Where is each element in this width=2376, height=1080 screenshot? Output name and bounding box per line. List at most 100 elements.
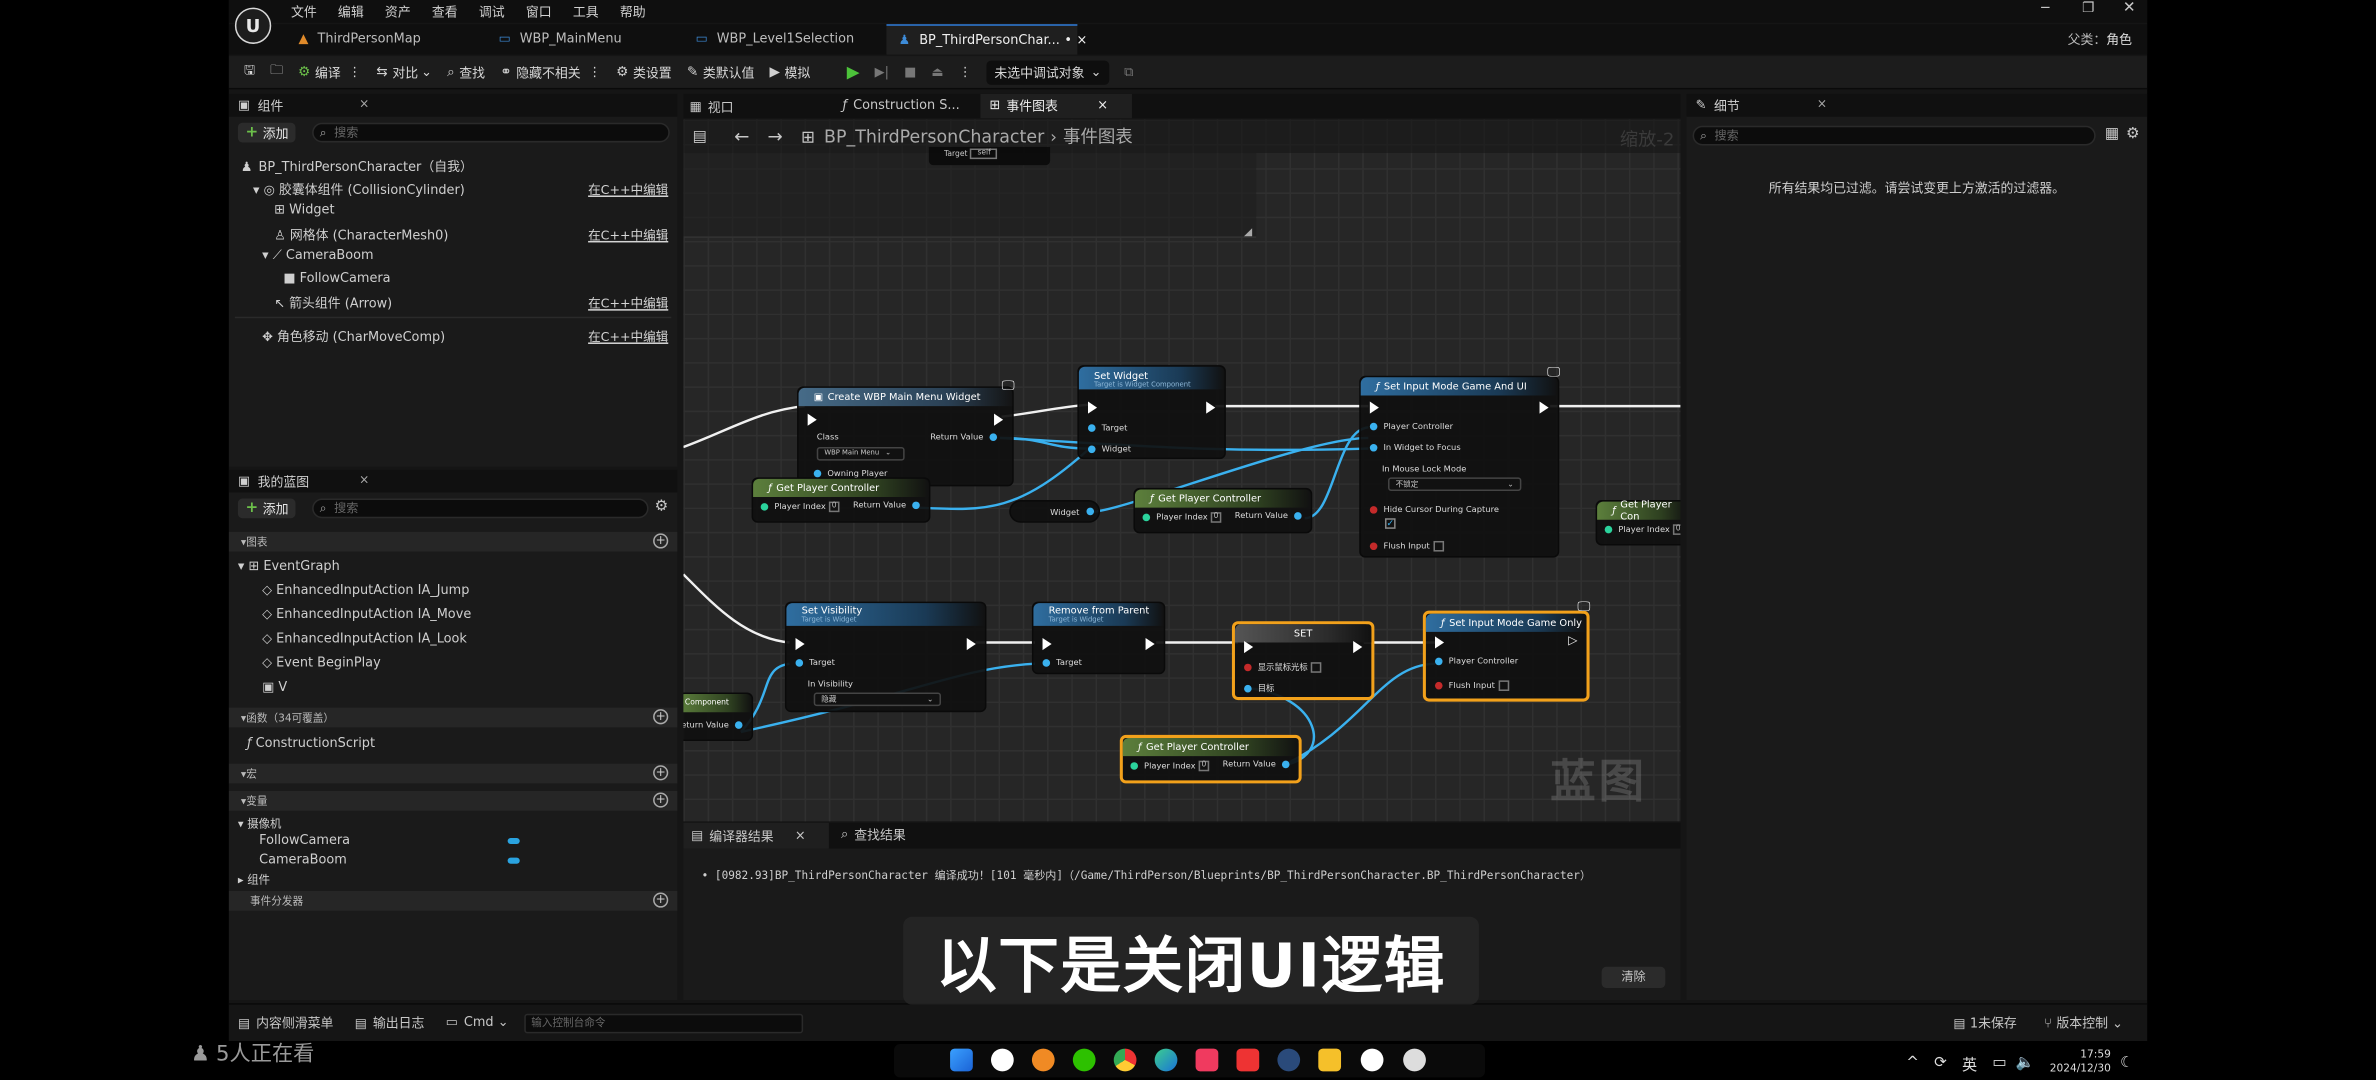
- exec-in-pin[interactable]: [1244, 640, 1254, 654]
- save-icon[interactable]: 🖫: [244, 61, 255, 82]
- add-function-button[interactable]: +: [653, 709, 669, 725]
- pin-return-value[interactable]: Return Value: [683, 721, 743, 730]
- menu-file[interactable]: 文件: [291, 2, 317, 20]
- clock[interactable]: 17:59 2024/12/30: [2050, 1049, 2111, 1076]
- pin-widget[interactable]: Widget: [1087, 445, 1131, 455]
- chrome-icon[interactable]: [1113, 1048, 1137, 1072]
- pin-target[interactable]: Target: [1042, 659, 1082, 668]
- tab-viewport[interactable]: ▦ 视口: [689, 98, 733, 117]
- menu-edit[interactable]: 编辑: [338, 2, 364, 20]
- unreal-logo-icon[interactable]: U: [234, 7, 272, 44]
- pin-return-value[interactable]: Return Value: [853, 501, 920, 511]
- index-input[interactable]: 0: [1672, 524, 1681, 535]
- minimize-icon[interactable]: ─: [2041, 2, 2049, 17]
- close-tab-icon[interactable]: ×: [1077, 33, 1088, 48]
- wechat-icon[interactable]: [1072, 1048, 1096, 1072]
- node-set-input-mode-game-only[interactable]: ƒ Set Input Mode Game Only ▷ Player Contr…: [1422, 610, 1590, 702]
- edit-in-cpp-link[interactable]: 在C++中编辑: [588, 226, 668, 244]
- network-icon[interactable]: ▭: [1992, 1054, 2006, 1071]
- close-panel-icon[interactable]: ×: [359, 97, 369, 111]
- pin-target[interactable]: Target: [795, 659, 835, 668]
- exec-out-pin[interactable]: [1539, 401, 1549, 414]
- browser-g-icon[interactable]: [1031, 1048, 1055, 1072]
- close-window-icon[interactable]: ✕: [2123, 0, 2136, 17]
- add-macro-button[interactable]: +: [653, 765, 669, 781]
- node-set-visibility[interactable]: Set Visibility Target is Widget Target In…: [784, 601, 987, 713]
- flush-checkbox[interactable]: [1497, 680, 1509, 691]
- component-root[interactable]: ♟ BP_ThirdPersonCharacter（自我）: [241, 158, 473, 176]
- dispatchers-section[interactable]: 事件分发器 +: [228, 890, 678, 911]
- console-input[interactable]: 输入控制台命令: [523, 1012, 803, 1033]
- class-settings-button[interactable]: ⚙ 类设置: [616, 63, 671, 81]
- notification-icon[interactable]: ☾: [2120, 1054, 2134, 1071]
- sync-icon[interactable]: ⟳: [1934, 1054, 1947, 1071]
- add-dispatcher-button[interactable]: +: [653, 892, 669, 908]
- component-cameraboom[interactable]: ▾ ⟋ CameraBoom: [262, 249, 373, 264]
- content-drawer-button[interactable]: ▤ 内容侧滑菜单: [238, 1014, 334, 1032]
- details-search-input[interactable]: ⌕ 搜索: [1692, 125, 2096, 146]
- play-options-icon[interactable]: ⋮: [959, 64, 972, 79]
- event-graph-item[interactable]: ▾ ⊞ EventGraph: [238, 559, 340, 574]
- exec-out-pin[interactable]: [1353, 640, 1363, 654]
- event-graph-canvas[interactable]: ▤ ← → ⊞ BP_ThirdPersonCharacter › 事件图表 缩…: [683, 119, 1681, 822]
- tab-compiler-results[interactable]: ▤ 编译器结果 ×: [683, 822, 829, 849]
- node-get-player-controller[interactable]: ƒ Get Player Controller Player Index 0 Ret…: [751, 477, 931, 523]
- pin-player-controller[interactable]: Player Controller: [1369, 422, 1453, 432]
- node-remove-from-parent[interactable]: Remove from Parent Target is Widget Targe…: [1031, 601, 1166, 675]
- parent-class-value[interactable]: 角色: [2106, 33, 2132, 48]
- event-item[interactable]: ◇ EnhancedInputAction IA_Jump: [262, 583, 469, 598]
- menu-tools[interactable]: 工具: [573, 2, 599, 20]
- function-item[interactable]: ƒ ConstructionScript: [247, 736, 375, 751]
- component-mesh[interactable]: ♙ 网格体 (CharacterMesh0): [274, 226, 448, 244]
- add-button[interactable]: + 添加: [237, 498, 297, 519]
- volume-icon[interactable]: 🔈: [2016, 1054, 2035, 1071]
- index-input[interactable]: 0: [1210, 512, 1222, 523]
- music-icon[interactable]: [1195, 1048, 1219, 1072]
- close-panel-icon[interactable]: ×: [359, 473, 369, 487]
- tab-thirdpersonmap[interactable]: ▲ ThirdPersonMap: [286, 24, 483, 54]
- hide-cursor-checkbox[interactable]: ✓: [1384, 518, 1396, 529]
- github-icon[interactable]: [991, 1048, 1014, 1072]
- unreal-taskbar-icon[interactable]: [1360, 1048, 1384, 1072]
- edit-in-cpp-link[interactable]: 在C++中编辑: [588, 180, 668, 198]
- event-item[interactable]: ◇ Event BeginPlay: [262, 656, 381, 671]
- macros-section[interactable]: ▾ 宏 +: [228, 763, 678, 784]
- index-input[interactable]: 0: [828, 501, 840, 513]
- variable-category[interactable]: ▾ 摄像机: [238, 815, 281, 832]
- graphs-section[interactable]: ▾ 图表 +: [228, 531, 678, 552]
- class-defaults-button[interactable]: ✎ 类默认值: [687, 63, 755, 81]
- exec-out-pin[interactable]: [994, 413, 1004, 426]
- pin-flush-input[interactable]: Flush Input: [1369, 540, 1444, 552]
- exec-out-pin[interactable]: [1145, 637, 1155, 651]
- tab-wbp-mainmenu[interactable]: ▭ WBP_MainMenu: [486, 24, 680, 54]
- step-icon[interactable]: ▶|: [875, 64, 889, 79]
- debug-target-select[interactable]: 未选中调试对象 ⌄: [986, 59, 1109, 85]
- pin-return-value[interactable]: Return Value: [1235, 512, 1302, 521]
- debug-filter-icon[interactable]: ⧉: [1124, 64, 1133, 79]
- settings-gear-icon[interactable]: ⚙: [655, 499, 669, 516]
- pin-player-index[interactable]: Player Index 0: [760, 501, 840, 513]
- settings-gear-icon[interactable]: ⚙: [2126, 126, 2140, 143]
- node-widget-variable[interactable]: Widget: [1009, 500, 1101, 523]
- exec-in-pin[interactable]: [1087, 401, 1098, 414]
- close-tab-icon[interactable]: ×: [795, 828, 806, 843]
- add-component-button[interactable]: + 添加: [237, 122, 297, 143]
- pin-target[interactable]: Target: [1087, 424, 1127, 433]
- event-item[interactable]: ◇ EnhancedInputAction IA_Look: [262, 632, 467, 647]
- menu-debug[interactable]: 调试: [479, 2, 505, 20]
- menu-window[interactable]: 窗口: [526, 2, 552, 20]
- pin-hide-cursor[interactable]: Hide Cursor During Capture: [1369, 506, 1499, 515]
- exec-in-pin[interactable]: [795, 637, 805, 651]
- node-set-widget[interactable]: Set Widget Target is Widget Component Tar…: [1077, 365, 1226, 460]
- variable-category[interactable]: ▸ 组件: [238, 871, 270, 888]
- stop-icon[interactable]: ■: [904, 64, 916, 79]
- tab-wbp-level1selection[interactable]: ▭ WBP_Level1Selection: [683, 24, 886, 54]
- close-tab-icon[interactable]: ×: [1097, 98, 1108, 113]
- node-get-player-controller[interactable]: ƒ Get Player Con Player Index 0: [1595, 499, 1681, 546]
- pin-widget-to-focus[interactable]: In Widget to Focus: [1369, 443, 1461, 453]
- class-dropdown[interactable]: WBP Main Menu ⌄: [816, 447, 905, 461]
- play-button[interactable]: ▶: [847, 62, 860, 82]
- tab-bp-thirdpersoncharacter[interactable]: ♟ BP_ThirdPersonChar... • ×: [886, 24, 1087, 55]
- exec-out-pin[interactable]: [966, 637, 976, 651]
- node-create-widget[interactable]: ▣ Create WBP Main Menu Widget Class WBP M…: [797, 386, 1014, 487]
